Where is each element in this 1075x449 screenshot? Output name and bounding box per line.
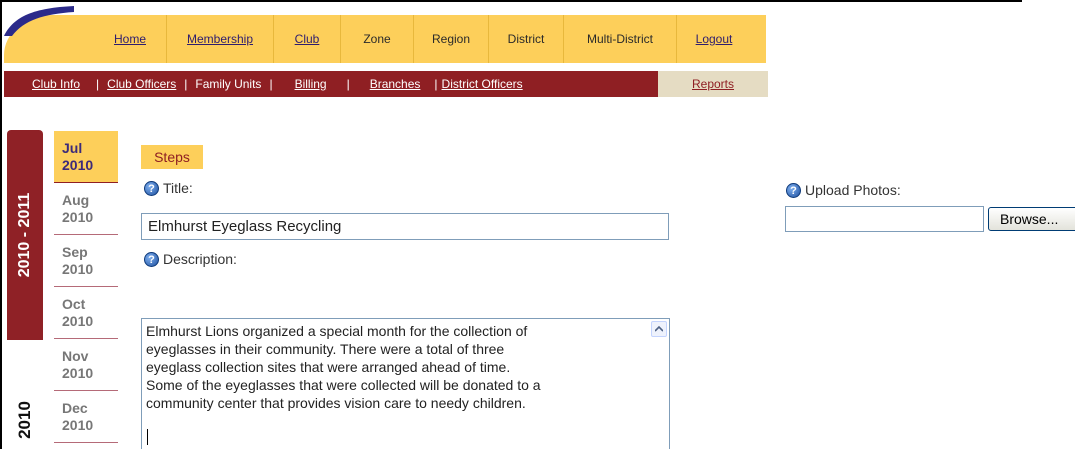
subnav-separator: |: [346, 77, 350, 91]
scroll-up-button[interactable]: [651, 321, 667, 337]
month-item-dec[interactable]: Dec 2010: [54, 391, 118, 443]
month-name: Oct: [62, 295, 86, 312]
help-icon[interactable]: ?: [786, 182, 801, 198]
subnav-separator: |: [96, 77, 100, 91]
month-name: Aug: [62, 191, 90, 208]
month-year: 2010: [62, 260, 94, 277]
text-caret: [147, 429, 148, 445]
window-top-border: [0, 0, 1022, 2]
nav-region[interactable]: Region: [413, 15, 488, 63]
description-label-text: Description:: [163, 251, 237, 267]
description-label: ? Description:: [144, 251, 237, 267]
subnav-separator: |: [184, 77, 188, 91]
upload-file-field[interactable]: [785, 206, 984, 232]
subnav-billing[interactable]: Billing: [295, 77, 327, 91]
upload-photos-label-text: Upload Photos:: [805, 182, 901, 198]
chevron-up-icon: [655, 326, 663, 332]
club-subnav: Club Info | Club Officers | Family Units…: [4, 71, 658, 97]
subnav-branches[interactable]: Branches: [370, 77, 421, 91]
title-field[interactable]: [141, 213, 669, 240]
subnav-family-units[interactable]: Family Units: [195, 77, 261, 91]
main-nav: Home Membership Club Zone Region Distric…: [94, 15, 751, 63]
title-label: ? Title:: [144, 180, 193, 196]
month-name: Sep: [62, 243, 88, 260]
month-list: Jul 2010 Aug 2010 Sep 2010 Oct 2010 Nov …: [54, 131, 118, 443]
month-year: 2010: [62, 156, 94, 173]
subnav-district-officers[interactable]: District Officers: [442, 77, 523, 91]
month-name: Jul: [62, 139, 83, 156]
nav-membership[interactable]: Membership: [166, 15, 273, 63]
help-icon[interactable]: ?: [144, 180, 159, 196]
nav-logout[interactable]: Logout: [676, 15, 751, 63]
month-year: 2010: [62, 312, 94, 329]
next-fiscal-year-label[interactable]: 2010: [15, 401, 35, 439]
month-year: 2010: [62, 364, 94, 381]
month-item-jul[interactable]: Jul 2010: [54, 131, 118, 183]
nav-multi-district[interactable]: Multi-District: [563, 15, 676, 63]
month-item-oct[interactable]: Oct 2010: [54, 287, 118, 339]
description-text: Elmhurst Lions organized a special month…: [146, 323, 541, 411]
nav-club[interactable]: Club: [273, 15, 340, 63]
subnav-club-officers[interactable]: Club Officers: [107, 77, 176, 91]
month-name: Nov: [62, 347, 89, 364]
subnav-separator: |: [434, 77, 438, 91]
subnav-reports[interactable]: Reports: [658, 71, 768, 97]
nav-zone[interactable]: Zone: [340, 15, 413, 63]
month-name: Dec: [62, 399, 88, 416]
month-item-nov[interactable]: Nov 2010: [54, 339, 118, 391]
month-year: 2010: [62, 416, 94, 433]
nav-swoosh-logo: [4, 6, 74, 36]
fiscal-year-label: 2010 - 2011: [16, 192, 33, 278]
month-year: 2010: [62, 208, 94, 225]
month-item-sep[interactable]: Sep 2010: [54, 235, 118, 287]
steps-tab[interactable]: Steps: [141, 145, 203, 169]
title-label-text: Title:: [163, 180, 193, 196]
browse-button[interactable]: Browse...: [988, 207, 1075, 231]
nav-district[interactable]: District: [488, 15, 563, 63]
subnav-separator: |: [269, 77, 273, 91]
help-icon[interactable]: ?: [144, 251, 159, 267]
window-left-border: [0, 0, 2, 449]
nav-home[interactable]: Home: [94, 15, 166, 63]
description-textarea[interactable]: Elmhurst Lions organized a special month…: [141, 318, 670, 449]
month-item-aug[interactable]: Aug 2010: [54, 183, 118, 235]
subnav-club-info[interactable]: Club Info: [32, 77, 80, 91]
upload-photos-label: ? Upload Photos:: [786, 182, 901, 198]
